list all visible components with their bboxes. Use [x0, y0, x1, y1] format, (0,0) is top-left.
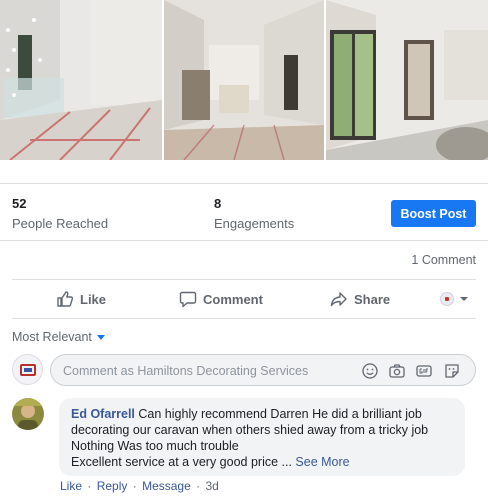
comment-actions: Like · Reply · Message · 3d	[60, 479, 219, 493]
room-photo-2[interactable]	[164, 0, 324, 160]
people-reached-count: 52	[12, 196, 27, 211]
share-arrow-icon	[330, 292, 347, 307]
post-action-bar: Like Comment Share	[12, 279, 476, 319]
page-avatar	[12, 354, 43, 385]
comment-text-line-3: Nothing Was too much trouble	[71, 439, 239, 453]
gif-icon[interactable]	[415, 362, 433, 380]
engagements-stat[interactable]: 8 Engagements	[214, 196, 294, 231]
comment-composer	[12, 354, 476, 386]
thumbs-up-icon	[57, 291, 74, 307]
caret-down-icon	[96, 334, 105, 340]
page-logo-icon	[19, 363, 36, 376]
people-reached-label: People Reached	[12, 216, 109, 231]
post-as-page-selector[interactable]	[440, 280, 469, 318]
comment-sort-dropdown[interactable]: Most Relevant	[12, 330, 105, 344]
comment-button[interactable]: Comment	[179, 280, 263, 318]
sort-label: Most Relevant	[12, 330, 92, 344]
chevron-down-icon	[460, 297, 468, 301]
separator-dot: ·	[87, 479, 92, 493]
sticker-icon[interactable]	[443, 362, 461, 380]
comment-text-line-1: Can highly recommend Darren He did a bri…	[138, 407, 422, 421]
comment-timestamp[interactable]: 3d	[205, 479, 218, 493]
comment-like-link[interactable]: Like	[60, 479, 82, 493]
post-insights: 52 People Reached 8 Engagements Boost Po…	[0, 183, 488, 240]
separator-dot: ·	[196, 479, 201, 493]
comment-input[interactable]	[63, 362, 343, 380]
engagements-count: 8	[214, 196, 222, 211]
room-photo-3[interactable]	[326, 0, 488, 160]
speech-bubble-icon	[179, 291, 197, 308]
camera-icon[interactable]	[388, 362, 406, 380]
like-button[interactable]: Like	[56, 280, 106, 318]
share-label: Share	[354, 291, 391, 307]
comment-author[interactable]: Ed Ofarrell	[71, 407, 135, 421]
comment-text-line-4: Excellent service at a very good price .…	[71, 455, 292, 469]
share-button[interactable]: Share	[330, 280, 390, 318]
people-reached-stat[interactable]: 52 People Reached	[12, 196, 108, 231]
see-more-link[interactable]: See More	[295, 455, 349, 469]
comment-label: Comment	[203, 291, 263, 307]
room-photo-1[interactable]	[0, 0, 162, 160]
photo-grid	[0, 0, 488, 162]
commenter-avatar[interactable]	[12, 398, 44, 430]
comment-message-link[interactable]: Message	[142, 479, 191, 493]
comment-bubble: Ed Ofarrell Can highly recommend Darren …	[59, 398, 465, 476]
boost-post-button[interactable]: Boost Post	[391, 200, 476, 227]
comment-reply-link[interactable]: Reply	[97, 479, 128, 493]
page-avatar-icon	[440, 292, 454, 306]
like-label: Like	[80, 291, 107, 307]
comment-input-box	[50, 354, 476, 386]
comment-text-line-2: decorating our caravan when others shied…	[71, 423, 429, 437]
separator-dot: ·	[132, 479, 137, 493]
comment-count-row: 1 Comment	[0, 240, 488, 280]
engagements-label: Engagements	[214, 216, 295, 231]
emoji-icon[interactable]	[361, 362, 379, 380]
comment-count-link[interactable]: 1 Comment	[411, 253, 476, 267]
